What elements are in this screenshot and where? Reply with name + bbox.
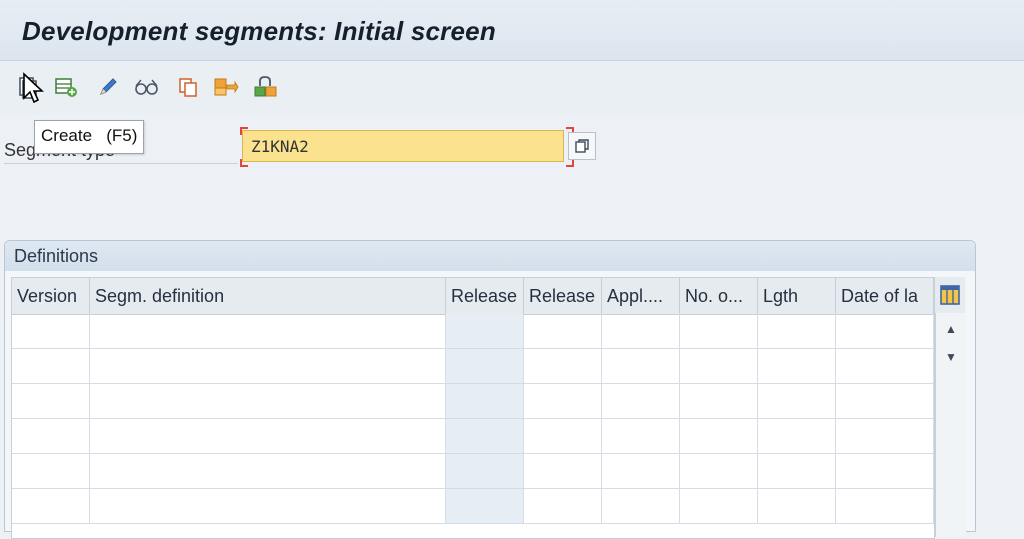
table-cell[interactable] <box>524 349 602 383</box>
required-marker-bottom-right <box>566 159 574 167</box>
table-cell[interactable] <box>602 489 680 523</box>
table-header: Version Segm. definition Release Release… <box>12 278 934 315</box>
table-cell[interactable] <box>758 384 836 418</box>
table-cell[interactable] <box>446 349 524 383</box>
table-cell[interactable] <box>602 419 680 453</box>
table-settings-button[interactable] <box>935 277 965 313</box>
definitions-title: Definitions <box>5 241 975 271</box>
column-header-version[interactable]: Version <box>12 278 90 314</box>
table-row[interactable] <box>12 314 934 349</box>
table-cell[interactable] <box>758 349 836 383</box>
table-row[interactable] <box>12 489 934 524</box>
application-toolbar <box>0 61 1024 115</box>
table-row[interactable] <box>12 349 934 384</box>
table-cell[interactable] <box>602 314 680 348</box>
table-cell[interactable] <box>446 314 524 348</box>
table-cell[interactable] <box>12 489 90 523</box>
copy-icon <box>179 78 197 97</box>
value-help-icon <box>575 139 589 153</box>
table-cell[interactable] <box>524 314 602 348</box>
table-cell[interactable] <box>758 314 836 348</box>
table-cell[interactable] <box>680 384 758 418</box>
table-cell[interactable] <box>758 489 836 523</box>
transport-button[interactable] <box>212 73 240 101</box>
mouse-cursor-icon <box>23 72 45 104</box>
release-button[interactable] <box>252 73 280 101</box>
add-segment-button[interactable] <box>52 73 80 101</box>
table-cell[interactable] <box>90 489 446 523</box>
column-header-release-1[interactable]: Release <box>446 278 524 314</box>
table-cell[interactable] <box>680 489 758 523</box>
table-cell[interactable] <box>680 349 758 383</box>
table-cell[interactable] <box>12 384 90 418</box>
required-marker-top-left <box>240 127 248 135</box>
table-cell[interactable] <box>758 419 836 453</box>
title-bar: Development segments: Initial screen <box>0 0 1024 61</box>
table-cell[interactable] <box>90 349 446 383</box>
table-cell[interactable] <box>836 384 934 418</box>
table-cell[interactable] <box>602 349 680 383</box>
definitions-group: Definitions Version Segm. definition Rel… <box>4 240 976 539</box>
change-button[interactable] <box>94 73 122 101</box>
display-button[interactable] <box>132 73 160 101</box>
edit-pencil-icon <box>100 78 117 95</box>
display-glasses-icon <box>135 79 158 95</box>
table-settings-icon <box>940 285 960 305</box>
column-header-release-2[interactable]: Release <box>524 278 602 314</box>
table-cell[interactable] <box>90 384 446 418</box>
table-cell[interactable] <box>12 454 90 488</box>
table-cell[interactable] <box>446 419 524 453</box>
value-help-button[interactable] <box>568 132 596 160</box>
table-cell[interactable] <box>90 454 446 488</box>
column-header-segm-definition[interactable]: Segm. definition <box>90 278 446 314</box>
table-cell[interactable] <box>12 314 90 348</box>
copy-button[interactable] <box>174 73 202 101</box>
table-cell[interactable] <box>680 419 758 453</box>
table-cell[interactable] <box>680 454 758 488</box>
table-cell[interactable] <box>836 454 934 488</box>
create-tooltip: Create (F5) <box>34 120 145 154</box>
table-cell[interactable] <box>836 489 934 523</box>
table-cell[interactable] <box>524 419 602 453</box>
table-cell[interactable] <box>90 419 446 453</box>
table-cell[interactable] <box>524 454 602 488</box>
column-header-lgth[interactable]: Lgth <box>758 278 836 314</box>
table-cell[interactable] <box>12 419 90 453</box>
table-cell[interactable] <box>836 314 934 348</box>
table-row[interactable] <box>12 419 934 454</box>
column-header-appl[interactable]: Appl.... <box>602 278 680 314</box>
vertical-scrollbar[interactable]: ▲ ▼ <box>935 277 966 537</box>
segment-type-input[interactable]: Z1KNA2 <box>242 130 564 162</box>
table-cell[interactable] <box>90 314 446 348</box>
table-row[interactable] <box>12 384 934 419</box>
table-cell[interactable] <box>524 489 602 523</box>
scroll-down-icon[interactable]: ▼ <box>936 345 966 369</box>
table-cell[interactable] <box>836 419 934 453</box>
definitions-table: Version Segm. definition Release Release… <box>11 277 935 539</box>
column-header-date-of-last[interactable]: Date of la <box>836 278 934 314</box>
add-segment-icon <box>55 78 77 97</box>
table-cell[interactable] <box>446 489 524 523</box>
table-cell[interactable] <box>446 454 524 488</box>
scroll-up-icon[interactable]: ▲ <box>936 317 966 341</box>
table-cell[interactable] <box>602 454 680 488</box>
table-cell[interactable] <box>602 384 680 418</box>
table-cell[interactable] <box>446 384 524 418</box>
table-cell[interactable] <box>758 454 836 488</box>
release-icon <box>254 76 277 97</box>
column-header-no-of[interactable]: No. o... <box>680 278 758 314</box>
table-cell[interactable] <box>12 349 90 383</box>
table-cell[interactable] <box>836 349 934 383</box>
transport-icon <box>214 78 239 96</box>
screen-title: Development segments: Initial screen <box>22 16 496 46</box>
table-cell[interactable] <box>524 384 602 418</box>
table-cell[interactable] <box>680 314 758 348</box>
required-marker-bottom-left <box>240 159 248 167</box>
table-row[interactable] <box>12 454 934 489</box>
